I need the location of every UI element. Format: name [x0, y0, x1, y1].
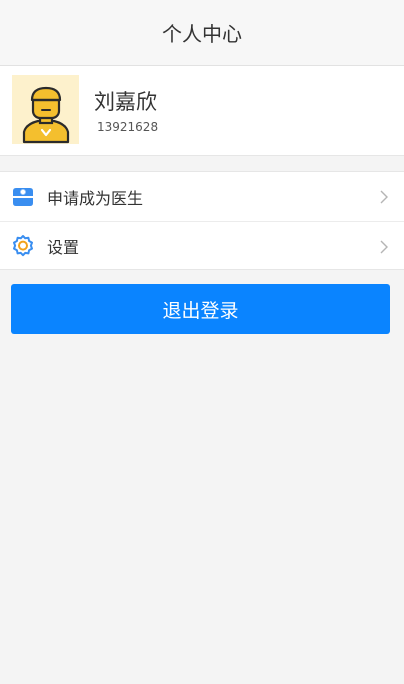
user-phone: 13921628	[97, 120, 159, 134]
gear-icon	[11, 234, 35, 258]
chevron-right-icon	[380, 240, 388, 254]
menu-item-settings[interactable]: 设置	[0, 221, 404, 270]
menu-item-label: 申请成为医生	[47, 188, 144, 208]
menu-item-apply-doctor[interactable]: 申请成为医生	[0, 172, 404, 221]
doctor-avatar-icon	[22, 86, 69, 144]
logout-button[interactable]: 退出登录	[11, 284, 390, 334]
chevron-right-icon	[380, 190, 388, 204]
page-title: 个人中心	[162, 22, 242, 46]
user-name: 刘嘉欣	[94, 90, 157, 114]
avatar[interactable]	[12, 75, 79, 144]
settings-menu: 申请成为医生 设置	[0, 171, 404, 270]
medical-kit-icon	[11, 185, 35, 209]
menu-item-label: 设置	[47, 238, 80, 257]
page-header: 个人中心	[0, 0, 404, 66]
profile-card[interactable]: 刘嘉欣 13921628	[0, 66, 404, 156]
